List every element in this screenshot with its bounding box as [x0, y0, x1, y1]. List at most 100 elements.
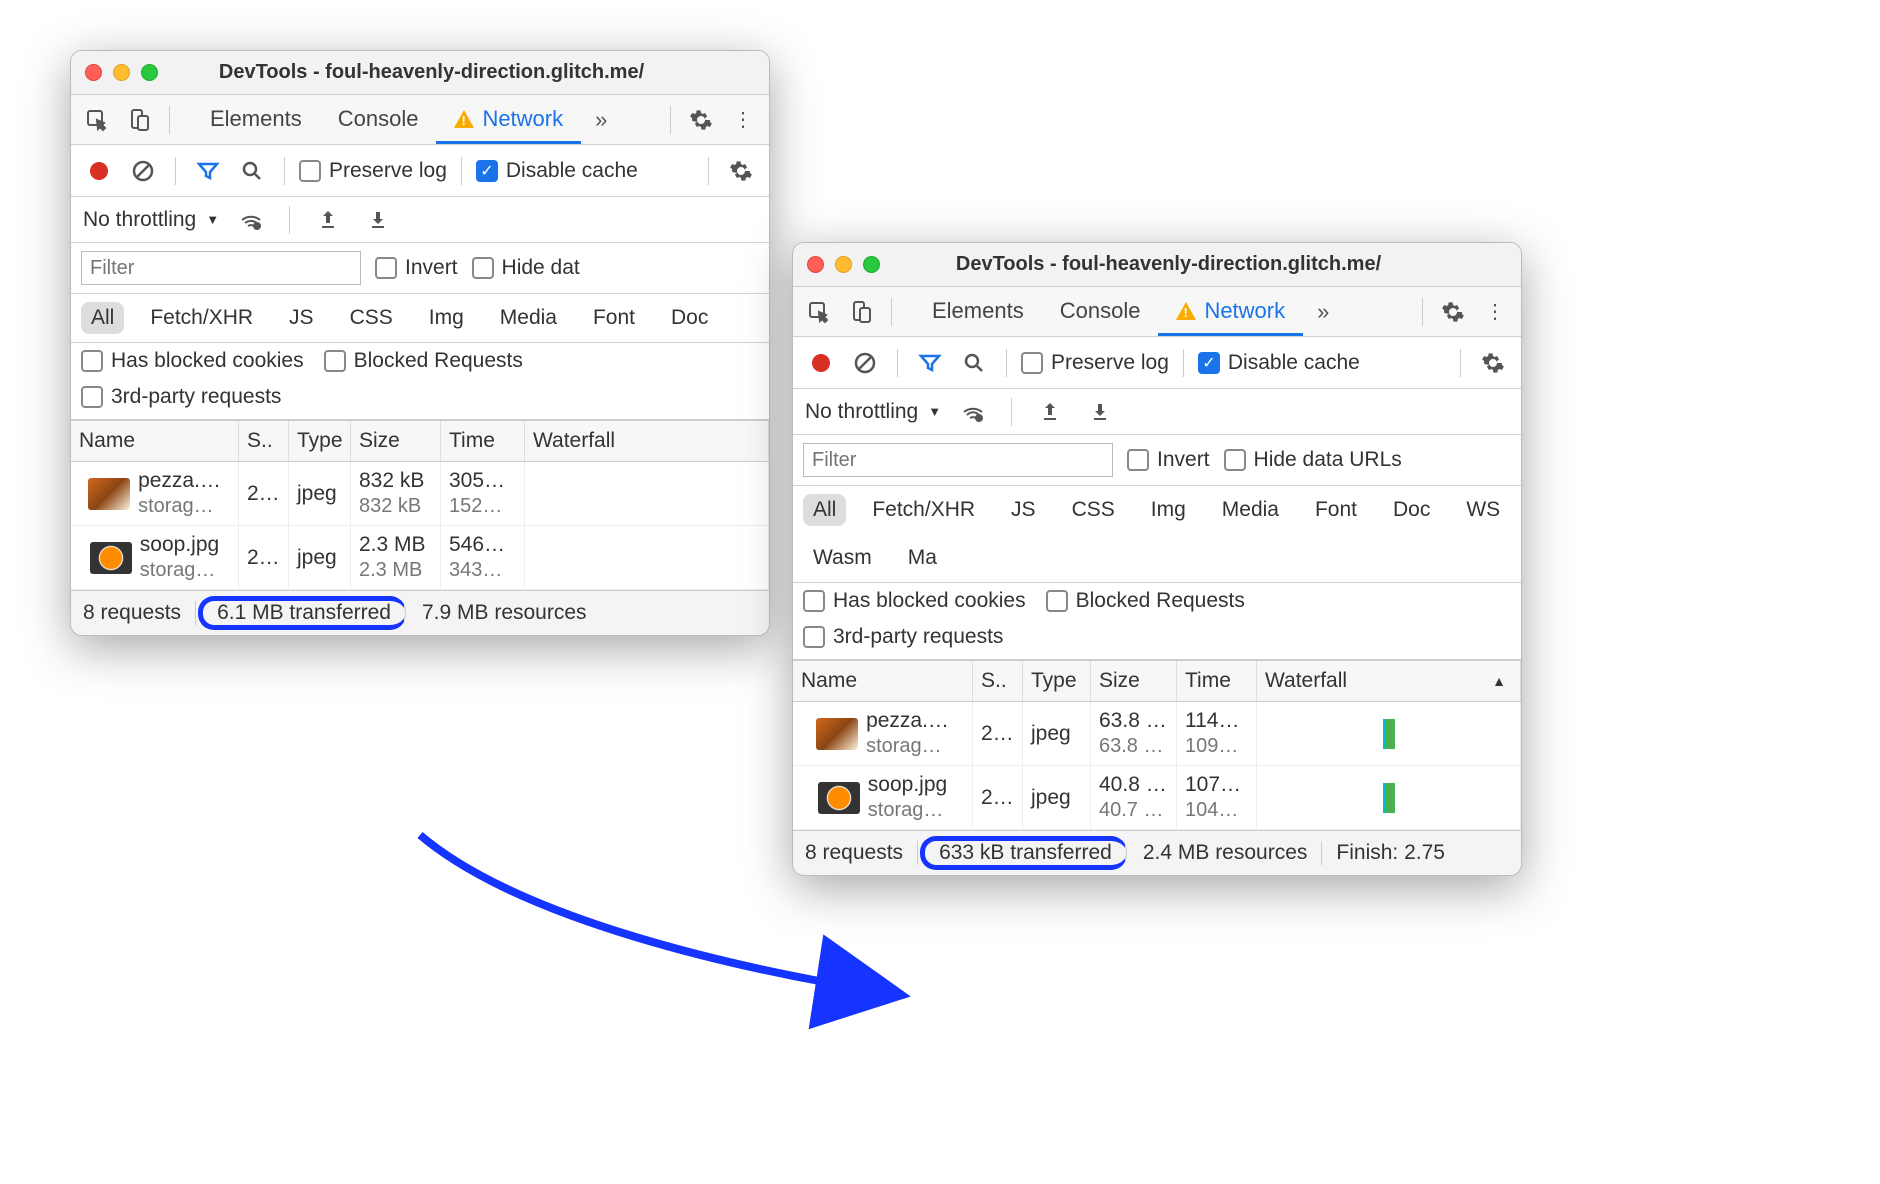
kebab-icon[interactable]: ⋮	[1477, 294, 1513, 330]
filter-wasm[interactable]: Wasm	[803, 542, 882, 574]
col-type[interactable]: Type	[1023, 661, 1091, 701]
filter-ws[interactable]: WS	[1456, 494, 1510, 526]
gear-icon[interactable]	[1475, 345, 1511, 381]
filter-css[interactable]: CSS	[1062, 494, 1125, 526]
filter-fetch[interactable]: Fetch/XHR	[862, 494, 985, 526]
device-toggle-icon[interactable]	[121, 102, 157, 138]
filter-input[interactable]	[81, 251, 361, 285]
third-party-checkbox[interactable]: 3rd-party requests	[803, 625, 1003, 649]
table-row[interactable]: pezza.…storag… 2… jpeg 832 kB832 kB 305……	[71, 462, 769, 526]
invert-checkbox[interactable]: Invert	[1127, 448, 1210, 472]
col-status[interactable]: S..	[973, 661, 1023, 701]
download-icon[interactable]	[360, 202, 396, 238]
search-icon[interactable]	[234, 153, 270, 189]
table-row[interactable]: pezza.…storag… 2… jpeg 63.8 …63.8 … 114……	[793, 702, 1521, 766]
col-size[interactable]: Size	[351, 421, 441, 461]
tab-network[interactable]: Network	[436, 96, 581, 144]
network-conditions-icon[interactable]	[955, 394, 991, 430]
blocked-cookies-checkbox[interactable]: Has blocked cookies	[803, 589, 1026, 613]
cell-name: soop.jpgstorag…	[71, 526, 239, 589]
request-domain: storag…	[140, 559, 219, 582]
device-toggle-icon[interactable]	[843, 294, 879, 330]
hide-data-urls-checkbox[interactable]: Hide data URLs	[1224, 448, 1402, 472]
inspect-icon[interactable]	[801, 294, 837, 330]
third-party-checkbox[interactable]: 3rd-party requests	[81, 385, 281, 409]
filter-media[interactable]: Media	[1212, 494, 1289, 526]
col-status[interactable]: S..	[239, 421, 289, 461]
warning-icon	[454, 110, 474, 128]
options-row-1: Has blocked cookies Blocked Requests	[793, 583, 1521, 619]
col-name[interactable]: Name	[793, 661, 973, 701]
col-time[interactable]: Time	[441, 421, 525, 461]
tab-elements[interactable]: Elements	[914, 288, 1042, 336]
record-icon[interactable]	[803, 345, 839, 381]
filter-icon[interactable]	[190, 153, 226, 189]
preserve-log-checkbox[interactable]: Preserve log	[299, 159, 447, 183]
filter-js[interactable]: JS	[1001, 494, 1046, 526]
col-time[interactable]: Time	[1177, 661, 1257, 701]
filter-img[interactable]: Img	[419, 302, 474, 334]
filter-all[interactable]: All	[803, 494, 846, 526]
download-icon[interactable]	[1082, 394, 1118, 430]
upload-icon[interactable]	[1032, 394, 1068, 430]
tab-console[interactable]: Console	[1042, 288, 1159, 336]
filter-font[interactable]: Font	[583, 302, 645, 334]
filter-manifest[interactable]: Ma	[898, 542, 947, 574]
col-waterfall[interactable]: Waterfall▲	[1257, 661, 1521, 701]
col-size[interactable]: Size	[1091, 661, 1177, 701]
blocked-requests-checkbox[interactable]: Blocked Requests	[1046, 589, 1245, 613]
checkbox-icon	[375, 257, 397, 279]
checkbox-checked-icon: ✓	[476, 160, 498, 182]
filter-all[interactable]: All	[81, 302, 124, 334]
search-icon[interactable]	[956, 345, 992, 381]
invert-checkbox[interactable]: Invert	[375, 256, 458, 280]
filter-fetch[interactable]: Fetch/XHR	[140, 302, 263, 334]
request-name: soop.jpg	[868, 773, 947, 797]
filter-icon[interactable]	[912, 345, 948, 381]
status-transferred: 633 kB transferred	[920, 836, 1127, 870]
network-conditions-icon[interactable]	[233, 202, 269, 238]
upload-icon[interactable]	[310, 202, 346, 238]
close-icon[interactable]	[807, 256, 824, 273]
cell-status: 2…	[973, 766, 1023, 829]
inspect-icon[interactable]	[79, 102, 115, 138]
filter-font[interactable]: Font	[1305, 494, 1367, 526]
more-tabs-icon[interactable]: »	[1317, 299, 1329, 325]
record-icon[interactable]	[81, 153, 117, 189]
disable-cache-checkbox[interactable]: ✓ Disable cache	[1198, 351, 1360, 375]
hide-label: Hide dat	[502, 256, 580, 280]
throttling-select[interactable]: No throttling ▼	[805, 400, 941, 424]
col-type[interactable]: Type	[289, 421, 351, 461]
filter-doc[interactable]: Doc	[661, 302, 718, 334]
table-row[interactable]: soop.jpgstorag… 2… jpeg 40.8 …40.7 … 107…	[793, 766, 1521, 830]
filter-doc[interactable]: Doc	[1383, 494, 1440, 526]
clear-icon[interactable]	[847, 345, 883, 381]
clear-icon[interactable]	[125, 153, 161, 189]
more-tabs-icon[interactable]: »	[595, 107, 607, 133]
filter-input[interactable]	[803, 443, 1113, 477]
blocked-requests-checkbox[interactable]: Blocked Requests	[324, 349, 523, 373]
filter-js[interactable]: JS	[279, 302, 324, 334]
preserve-log-checkbox[interactable]: Preserve log	[1021, 351, 1169, 375]
disable-cache-checkbox[interactable]: ✓ Disable cache	[476, 159, 638, 183]
blocked-cookies-checkbox[interactable]: Has blocked cookies	[81, 349, 304, 373]
filter-img[interactable]: Img	[1141, 494, 1196, 526]
hide-data-urls-checkbox[interactable]: Hide dat	[472, 256, 580, 280]
thumbnail-icon	[90, 542, 132, 574]
table-row[interactable]: soop.jpgstorag… 2… jpeg 2.3 MB2.3 MB 546…	[71, 526, 769, 590]
close-icon[interactable]	[85, 64, 102, 81]
gear-icon[interactable]	[1435, 294, 1471, 330]
tab-network[interactable]: Network	[1158, 288, 1303, 336]
gear-icon[interactable]	[683, 102, 719, 138]
titlebar[interactable]: DevTools - foul-heavenly-direction.glitc…	[71, 51, 769, 95]
tab-elements[interactable]: Elements	[192, 96, 320, 144]
col-waterfall[interactable]: Waterfall	[525, 421, 769, 461]
filter-media[interactable]: Media	[490, 302, 567, 334]
filter-css[interactable]: CSS	[340, 302, 403, 334]
tab-console[interactable]: Console	[320, 96, 437, 144]
col-name[interactable]: Name	[71, 421, 239, 461]
gear-icon[interactable]	[723, 153, 759, 189]
kebab-icon[interactable]: ⋮	[725, 102, 761, 138]
throttling-select[interactable]: No throttling ▼	[83, 208, 219, 232]
titlebar[interactable]: DevTools - foul-heavenly-direction.glitc…	[793, 243, 1521, 287]
